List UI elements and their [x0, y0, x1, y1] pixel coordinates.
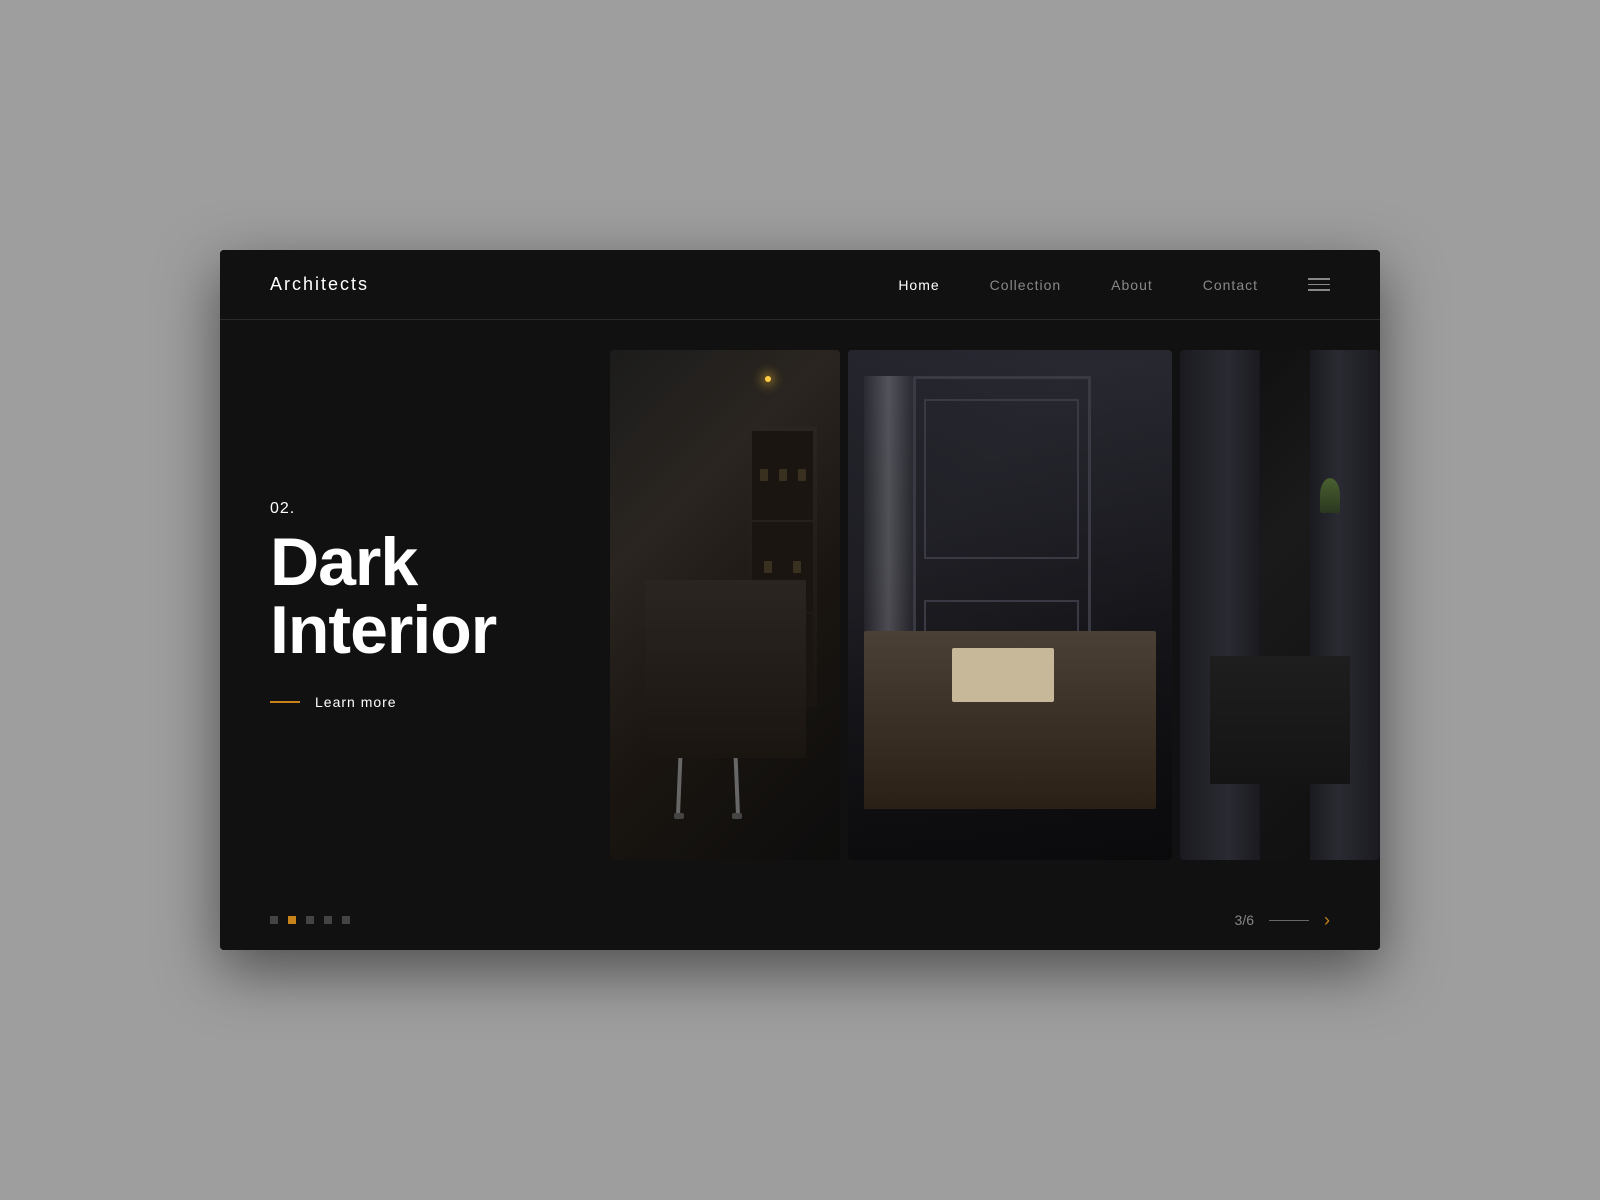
- curtain-left: [1180, 350, 1260, 860]
- main-content: 02. Dark Interior Learn more: [220, 320, 1380, 890]
- nav-link-collection[interactable]: Collection: [990, 277, 1061, 293]
- nav-links: Home Collection About Contact: [898, 277, 1330, 293]
- pillow: [952, 648, 1054, 702]
- images-area: [600, 320, 1380, 890]
- plant: [1320, 478, 1340, 513]
- door-panel-top: [924, 399, 1079, 560]
- dot-2[interactable]: [288, 916, 296, 924]
- curtain-right: [1310, 350, 1380, 860]
- learn-more-button[interactable]: Learn more: [270, 694, 550, 710]
- learn-more-text: Learn more: [315, 694, 397, 710]
- slide-counter: 3/6 ›: [1235, 910, 1330, 931]
- shelf-item: [760, 652, 768, 664]
- shelf-item: [798, 652, 806, 664]
- counter-text: 3/6: [1235, 912, 1254, 928]
- bedroom-image: [848, 350, 1172, 860]
- learn-more-line: [270, 701, 300, 703]
- hamburger-line-3: [1308, 289, 1330, 291]
- shelf-item: [779, 469, 787, 481]
- slide-title: Dark Interior: [270, 528, 550, 664]
- hamburger-line-1: [1308, 278, 1330, 280]
- browser-window: Architects Home Collection About Contact…: [220, 250, 1380, 950]
- shelf-item: [779, 652, 787, 664]
- dot-5[interactable]: [342, 916, 350, 924]
- bedroom-panel: [848, 350, 1172, 860]
- navbar: Architects Home Collection About Contact: [220, 250, 1380, 320]
- brand-logo[interactable]: Architects: [270, 274, 369, 295]
- bathroom-image: [1180, 350, 1380, 860]
- slide-number: 02.: [270, 500, 550, 518]
- spotlight: [765, 376, 771, 382]
- dot-1[interactable]: [270, 916, 278, 924]
- shelf-item: [793, 561, 801, 573]
- nav-link-contact[interactable]: Contact: [1203, 277, 1258, 293]
- shelf-item: [798, 469, 806, 481]
- kitchen-panel: [610, 350, 840, 860]
- bottom-bar: 3/6 ›: [220, 890, 1380, 950]
- nav-link-about[interactable]: About: [1111, 277, 1153, 293]
- kitchen-image: [610, 350, 840, 860]
- bathroom-panel: [1180, 350, 1380, 860]
- counter-line: [1269, 920, 1309, 921]
- text-panel: 02. Dark Interior Learn more: [220, 320, 600, 890]
- shelf-item: [760, 469, 768, 481]
- dot-4[interactable]: [324, 916, 332, 924]
- shelf-row-2: [752, 522, 813, 612]
- bed: [864, 631, 1156, 810]
- stool-svg: [668, 675, 748, 835]
- hamburger-line-2: [1308, 284, 1330, 286]
- hamburger-menu[interactable]: [1308, 278, 1330, 291]
- slide-dots: [270, 916, 350, 924]
- vanity: [1210, 656, 1350, 784]
- shelf-item: [764, 561, 772, 573]
- nav-link-home[interactable]: Home: [898, 277, 939, 293]
- next-arrow[interactable]: ›: [1324, 910, 1330, 931]
- shelf-row-1: [752, 431, 813, 521]
- shelf-unit: [748, 427, 817, 708]
- dot-3[interactable]: [306, 916, 314, 924]
- shelf-row-3: [752, 614, 813, 704]
- fruit-bowl: [702, 603, 732, 615]
